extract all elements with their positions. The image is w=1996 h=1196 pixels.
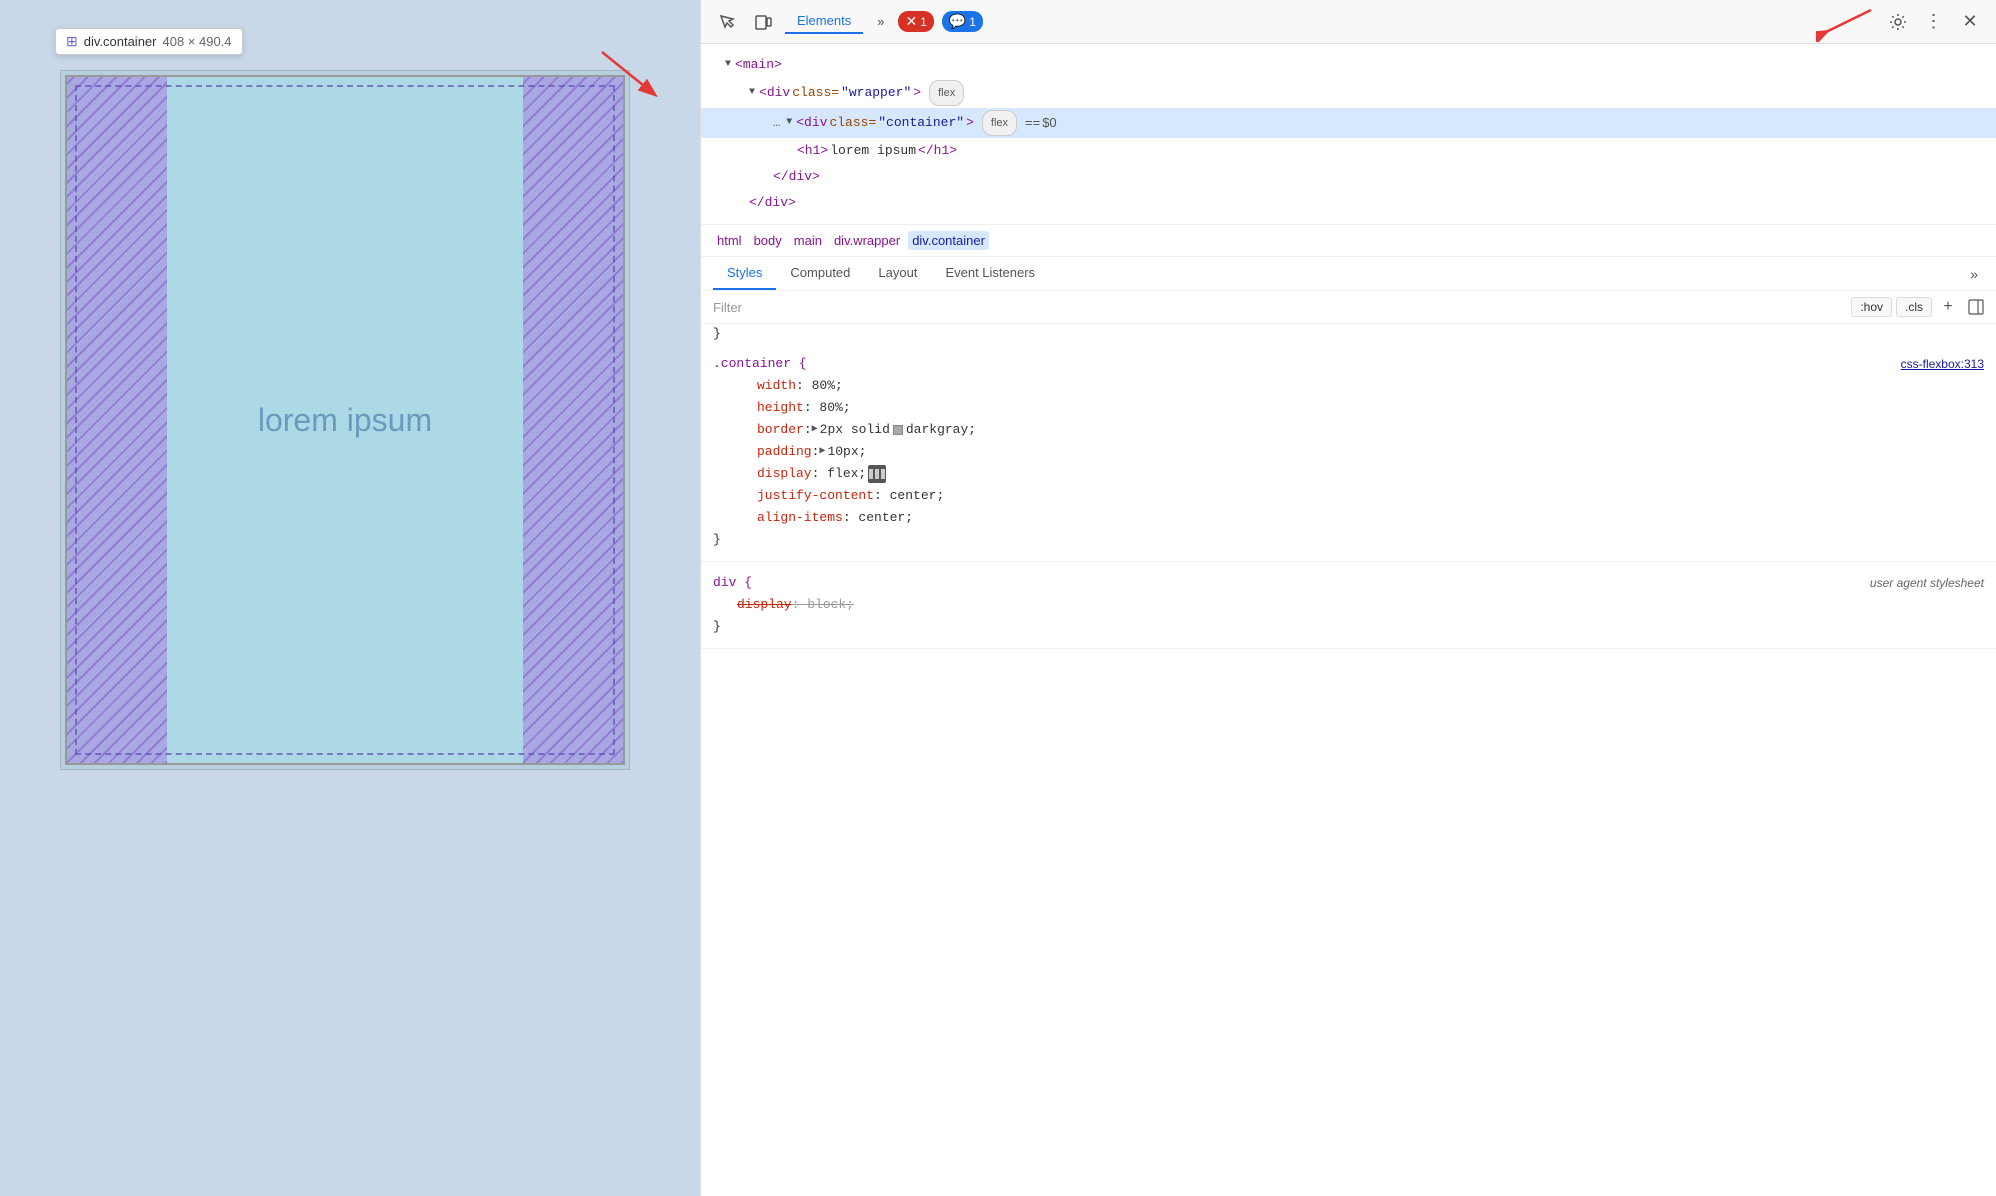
css-selector-div-line: div { user agent stylesheet: [713, 572, 1984, 594]
tooltip-element-size: 408 × 490.4: [162, 34, 231, 49]
hatch-right: [523, 77, 623, 763]
lorem-ipsum-text: lorem ipsum: [258, 402, 432, 439]
padding-triangle: ▶: [819, 441, 825, 463]
demo-content-area: lorem ipsum: [167, 77, 523, 763]
css-selector-div: div {: [713, 572, 752, 594]
cls-button[interactable]: .cls: [1896, 297, 1932, 317]
css-prop-padding[interactable]: padding : ▶ 10px;: [713, 441, 1984, 463]
breadcrumb-wrapper[interactable]: div.wrapper: [830, 231, 904, 250]
message-badge[interactable]: 💬 1: [942, 11, 983, 32]
dom-row-main[interactable]: ▼ <main>: [701, 52, 1996, 78]
tab-layout[interactable]: Layout: [864, 257, 931, 290]
dom-row-close-wrapper[interactable]: </div>: [701, 190, 1996, 216]
error-badge[interactable]: ✕ 1: [898, 11, 933, 32]
tab-styles[interactable]: Styles: [713, 257, 776, 290]
css-prop-height[interactable]: height : 80%;: [713, 397, 1984, 419]
filter-bar: :hov .cls +: [701, 291, 1996, 324]
css-source-ua: user agent stylesheet: [1870, 572, 1984, 594]
dom-row-container[interactable]: … ▼ <div class= "container" > flex == $0: [701, 108, 1996, 138]
add-style-rule-button[interactable]: +: [1936, 295, 1960, 319]
red-arrow-2: [1816, 2, 1876, 42]
dom-row-close-container[interactable]: </div>: [701, 164, 1996, 190]
darkgray-swatch[interactable]: [893, 425, 903, 435]
hov-button[interactable]: :hov: [1851, 297, 1892, 317]
flex-badge-container: flex: [982, 110, 1017, 136]
devtools-panel: Elements » ✕ 1 💬 1 ⋮: [700, 0, 1996, 1196]
css-prop-justify-content[interactable]: justify-content : center;: [713, 485, 1984, 507]
css-rule-container: .container { css-flexbox:313 width : 80%…: [701, 343, 1996, 562]
css-rule-div: div { user agent stylesheet display : bl…: [701, 562, 1996, 649]
dom-ellipsis: …: [773, 112, 780, 134]
dom-row-wrapper[interactable]: ▼ <div class= "wrapper" > flex: [701, 78, 1996, 108]
dom-triangle-container: ▼: [786, 112, 792, 134]
element-icon: ⊞: [66, 33, 78, 50]
css-panel[interactable]: } .container { css-flexbox:313 width : 8…: [701, 324, 1996, 1196]
toggle-sidebar-button[interactable]: [1964, 295, 1988, 319]
flex-badge-wrapper: flex: [929, 80, 964, 106]
element-tooltip: ⊞ div.container 408 × 490.4: [55, 28, 243, 55]
css-prop-display[interactable]: display : flex;: [713, 463, 1984, 485]
css-selector-container: .container {: [713, 353, 807, 375]
breadcrumb-container[interactable]: div.container: [908, 231, 989, 250]
more-options-icon[interactable]: ⋮: [1920, 8, 1948, 36]
filter-input[interactable]: [709, 296, 1847, 319]
css-close-brace-container: }: [713, 529, 1984, 551]
breadcrumb-html[interactable]: html: [713, 231, 746, 250]
css-selector-line: .container { css-flexbox:313: [713, 353, 1984, 375]
devtools-toolbar: Elements » ✕ 1 💬 1 ⋮: [701, 0, 1996, 44]
hatch-left: [67, 77, 167, 763]
inspect-icon[interactable]: [713, 8, 741, 36]
breadcrumb-body[interactable]: body: [750, 231, 786, 250]
viewport-panel: ⊞ div.container 408 × 490.4 lorem ipsum: [0, 0, 700, 1196]
css-prop-display-ua[interactable]: display : block;: [713, 594, 1984, 616]
tab-elements[interactable]: Elements: [785, 9, 863, 34]
flex-layout-icon[interactable]: [868, 465, 886, 483]
device-icon[interactable]: [749, 8, 777, 36]
css-prop-width[interactable]: width : 80%;: [713, 375, 1984, 397]
tooltip-element-name: div.container: [84, 34, 157, 49]
sub-tabs: Styles Computed Layout Event Listeners »: [701, 257, 1996, 291]
css-close-brace-div: }: [713, 616, 1984, 638]
tab-event-listeners[interactable]: Event Listeners: [931, 257, 1049, 290]
breadcrumb-main[interactable]: main: [790, 231, 826, 250]
dom-tree: ▼ <main> ▼ <div class= "wrapper" > flex …: [701, 44, 1996, 225]
dom-row-h1[interactable]: <h1> lorem ipsum </h1>: [701, 138, 1996, 164]
prior-rule-close: }: [701, 324, 1996, 343]
dom-triangle-main: ▼: [725, 54, 731, 76]
settings-icon[interactable]: [1884, 8, 1912, 36]
toolbar-more-tabs[interactable]: »: [871, 10, 890, 33]
breadcrumb: html body main div.wrapper div.container: [701, 225, 1996, 257]
dom-triangle-wrapper: ▼: [749, 82, 755, 104]
sub-tab-more[interactable]: »: [1964, 258, 1984, 290]
close-devtools-icon[interactable]: ✕: [1956, 8, 1984, 36]
css-prop-align-items[interactable]: align-items : center;: [713, 507, 1984, 529]
css-prop-border[interactable]: border : ▶ 2px solid darkgray;: [713, 419, 1984, 441]
css-source-link[interactable]: css-flexbox:313: [1901, 353, 1984, 375]
border-triangle: ▶: [812, 419, 818, 441]
demo-container: lorem ipsum: [65, 75, 625, 765]
tab-computed[interactable]: Computed: [776, 257, 864, 290]
demo-container-wrapper: lorem ipsum: [60, 70, 630, 770]
